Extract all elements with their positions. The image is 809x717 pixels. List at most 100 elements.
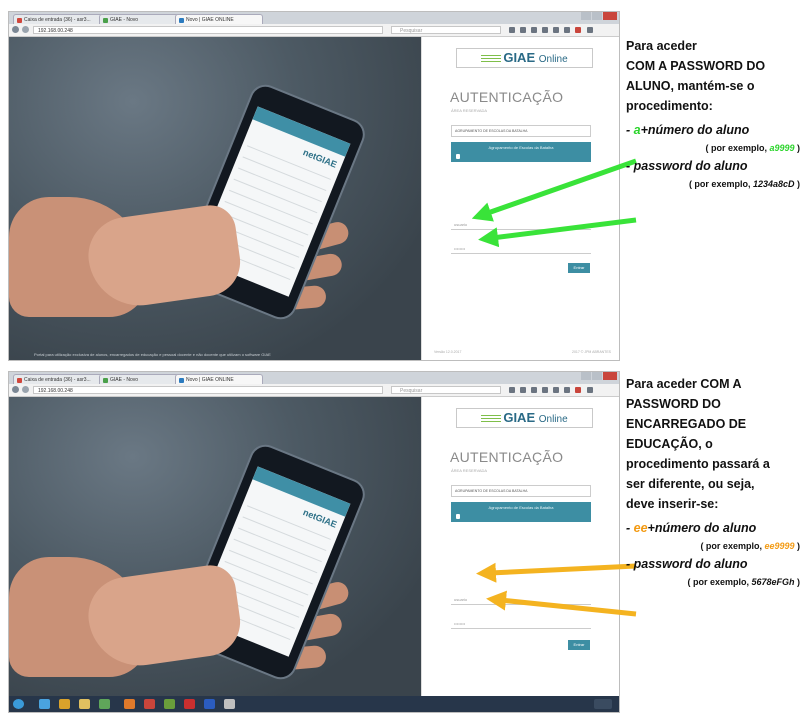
logo-suffix: Online [538,54,568,65]
addon-icon[interactable] [575,387,581,393]
chrome-icon[interactable] [59,699,70,709]
note-line: ALUNO, mantém-se o [626,79,755,93]
note-line: Para aceder [626,39,697,53]
home-icon[interactable] [553,27,559,33]
browser-tab-bar: Caixa de entrada (36) - asr3... GIAE - N… [9,12,619,24]
window-controls [581,372,617,381]
note-example-username: ( por exemplo, a9999 ) [705,143,800,153]
bookmarks-icon[interactable] [520,27,526,33]
clock-icon [594,699,612,709]
note-item-password: - password do aluno [626,159,748,173]
url-input[interactable]: 192.168.00.248 [33,386,383,394]
note-example-password: ( por exemplo, 5678eFGh ) [687,577,800,587]
pdf-icon[interactable] [184,699,195,709]
area-label: ÁREA RESERVADA [451,468,488,473]
username-field[interactable]: usuario [451,595,591,605]
tab-email[interactable]: Caixa de entrada (36) - asr3... [13,14,103,24]
login-heading: AUTENTICAÇÃO [450,449,564,465]
maximize-button[interactable] [592,372,602,380]
start-icon[interactable] [13,699,24,709]
school-button-label: Agrupamento de Escolas da Batalha [488,505,554,510]
home-icon[interactable] [553,387,559,393]
version-text: Versão 12.0.2017 [434,350,462,354]
reload-icon[interactable] [22,386,29,393]
note-example-username: ( por exemplo, ee9999 ) [700,541,800,551]
star-icon[interactable] [509,27,515,33]
school-button[interactable]: Agrupamento de Escolas da Batalha [451,142,591,162]
tab-giae-online[interactable]: Novo | GIAE ONLINE [175,14,263,24]
browser-tab-bar: Caixa de entrada (36) - asr3... GIAE - N… [9,372,619,384]
note-item-username: - ee+número do aluno [626,521,757,535]
close-button[interactable] [603,12,617,20]
logo-suffix: Online [538,414,568,425]
password-field[interactable]: •••••••• [451,619,591,629]
app-icon[interactable] [144,699,155,709]
menu-icon[interactable] [587,387,593,393]
back-icon[interactable] [12,26,19,33]
back-icon[interactable] [12,386,19,393]
school-button[interactable]: Agrupamento de Escolas da Batalha [451,502,591,522]
login-button[interactable]: Entrar [568,640,590,650]
media-icon[interactable] [99,699,110,709]
note-line: EDUCAÇÃO, o [626,437,713,451]
menu-icon[interactable] [587,27,593,33]
tab-label: Novo | GIAE ONLINE [186,17,234,23]
note-guardian: Para aceder COM A PASSWORD DO ENCARREGAD… [626,374,804,590]
reload-icon[interactable] [22,26,29,33]
note-item-password: - password do aluno [626,557,748,571]
pocket-icon[interactable] [564,27,570,33]
tab-giae-novo[interactable]: GIAE - Novo [99,374,179,384]
address-bar: 192.168.00.248 Pesquisar [9,384,619,397]
word-icon[interactable] [204,699,215,709]
ie-icon[interactable] [39,699,50,709]
tab-label: Novo | GIAE ONLINE [186,377,234,383]
note-line: procedimento passará a [626,457,770,471]
app-icon[interactable] [164,699,175,709]
close-button[interactable] [603,372,617,380]
pocket-icon[interactable] [564,387,570,393]
minimize-button[interactable] [581,372,591,380]
addon-icon[interactable] [575,27,581,33]
note-example-password: ( por exemplo, 1234a8cD ) [688,179,800,189]
tab-giae-novo[interactable]: GIAE - Novo [99,14,179,24]
tab-giae-online[interactable]: Novo | GIAE ONLINE [175,374,263,384]
shield-icon[interactable] [531,387,537,393]
lock-icon [456,514,460,519]
screenshot-student-login: Caixa de entrada (36) - asr3... GIAE - N… [8,11,620,361]
app-icon[interactable] [224,699,235,709]
search-input[interactable]: Pesquisar [391,386,501,394]
note-line: COM A PASSWORD DO [626,59,766,73]
download-icon[interactable] [542,387,548,393]
note-student: Para aceder COM A PASSWORD DO ALUNO, man… [626,36,804,192]
tab-email[interactable]: Caixa de entrada (36) - asr3... [13,374,103,384]
screenshot-guardian-login: Caixa de entrada (36) - asr3... GIAE - N… [8,371,620,713]
logo-stripes-icon [481,54,502,63]
password-field[interactable]: •••••••• [451,244,591,254]
star-icon[interactable] [509,387,515,393]
note-line: ser diferente, ou seja, [626,477,755,491]
school-select[interactable]: AGRUPAMENTO DE ESCOLAS DA BATALHA [451,125,591,137]
minimize-button[interactable] [581,12,591,20]
bookmarks-icon[interactable] [520,387,526,393]
url-input[interactable]: 192.168.00.248 [33,26,383,34]
tab-label: Caixa de entrada (36) - asr3... [24,377,91,383]
note-line: ENCARREGADO DE [626,417,747,431]
login-button[interactable]: Entrar [568,263,590,273]
folder-icon[interactable] [79,699,90,709]
school-select[interactable]: AGRUPAMENTO DE ESCOLAS DA BATALHA [451,485,591,497]
tab-label: GIAE - Novo [110,17,139,23]
maximize-button[interactable] [592,12,602,20]
area-label: ÁREA RESERVADA [451,108,488,113]
note-item-username: - a+número do aluno [626,123,750,137]
note-line: Para aceder COM A [626,377,742,391]
search-input[interactable]: Pesquisar [391,26,501,34]
download-icon[interactable] [542,27,548,33]
lock-icon [456,154,460,159]
username-field[interactable]: usuario [451,220,591,230]
note-line: deve inserir-se: [626,497,719,511]
shield-icon[interactable] [531,27,537,33]
giae-logo: GIAE Online [456,48,593,68]
copyright-text: 2017 © JPM ABRANTES [572,350,611,354]
windows-taskbar [9,696,619,712]
firefox-icon[interactable] [124,699,135,709]
